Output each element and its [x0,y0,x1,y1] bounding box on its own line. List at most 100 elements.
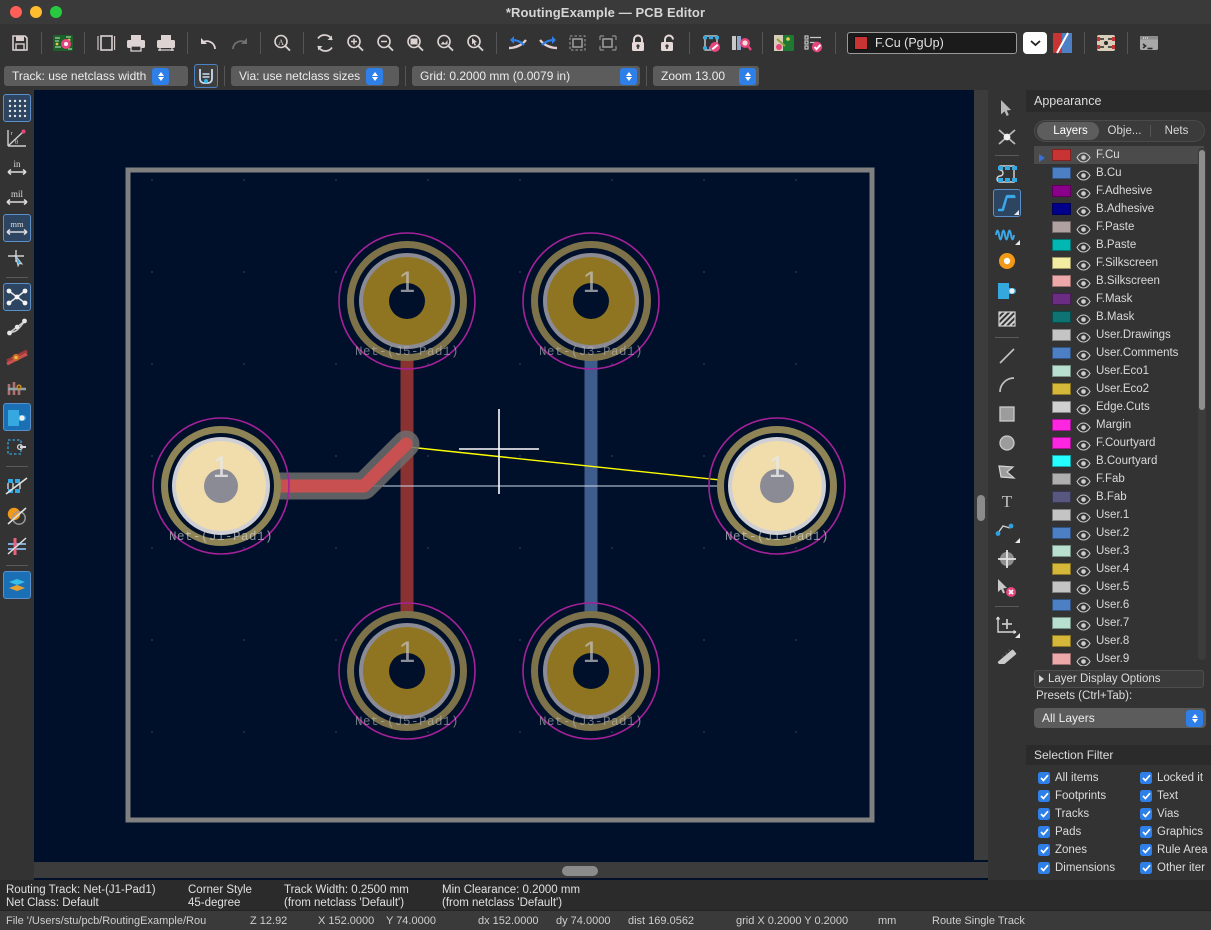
layer-row[interactable]: User.Drawings [1034,326,1204,344]
layer-color-swatch[interactable] [1052,545,1071,557]
checkbox-icon[interactable] [1038,844,1050,856]
checkbox-icon[interactable] [1140,790,1152,802]
eye-icon[interactable] [1076,204,1091,217]
layer-row[interactable]: F.Paste [1034,218,1204,236]
layer-color-swatch[interactable] [1052,347,1071,359]
arc-icon[interactable] [993,371,1021,399]
layer-row[interactable]: User.Eco2 [1034,380,1204,398]
layer-color-swatch[interactable] [1052,239,1071,251]
eye-icon[interactable] [1076,240,1091,253]
checkbox-icon[interactable] [1038,862,1050,874]
inches-icon[interactable]: in [3,154,31,182]
zoom-selector[interactable]: Zoom 13.00 [653,66,759,86]
save-icon[interactable] [6,29,34,57]
tracks-filled-icon[interactable] [3,343,31,371]
eye-icon[interactable] [1076,186,1091,199]
layer-row[interactable]: F.Silkscreen [1034,254,1204,272]
checkbox-icon[interactable] [1038,826,1050,838]
canvas-horizontal-scroll-thumb[interactable] [562,866,598,876]
layer-row[interactable]: B.Silkscreen [1034,272,1204,290]
rule-area-icon[interactable] [993,305,1021,333]
zoom-window-button[interactable] [50,6,62,18]
layer-color-swatch[interactable] [1052,419,1071,431]
graphics-outline-icon[interactable] [3,472,31,500]
eye-icon[interactable] [1076,546,1091,559]
eye-icon[interactable] [1076,582,1091,595]
route-track-icon[interactable] [993,189,1021,217]
selection-filter-item[interactable]: Dimensions [1038,859,1140,877]
pcb-canvas-svg[interactable]: 1 Net-(J5-Pad1) 1 Net-(J3-Pad1) 1 Net-(J… [34,90,988,880]
lock-icon[interactable] [624,29,652,57]
layer-color-swatch[interactable] [1052,617,1071,629]
set-origin-icon[interactable] [993,611,1021,639]
track-width-selector[interactable]: Track: use netclass width [4,66,188,86]
eye-icon[interactable] [1076,456,1091,469]
layer-row[interactable]: B.Mask [1034,308,1204,326]
layer-color-swatch[interactable] [1052,365,1071,377]
checkbox-icon[interactable] [1140,772,1152,784]
checkbox-icon[interactable] [1140,862,1152,874]
eye-icon[interactable] [1076,384,1091,397]
net-inspector-icon[interactable] [1092,29,1120,57]
layer-color-swatch[interactable] [1052,401,1071,413]
layer-color-swatch[interactable] [1052,473,1071,485]
layer-row[interactable]: User.9 [1034,650,1204,666]
layer-row[interactable]: User.Eco1 [1034,362,1204,380]
zoom-selection-icon[interactable] [461,29,489,57]
layer-color-swatch[interactable] [1052,257,1071,269]
selection-filter-item[interactable]: Tracks [1038,805,1140,823]
layers-list-scrollbar[interactable] [1198,148,1206,660]
eye-icon[interactable] [1076,438,1091,451]
page-settings-icon[interactable] [92,29,120,57]
canvas-vertical-scrollbar[interactable] [974,90,988,860]
layer-color-swatch[interactable] [1052,275,1071,287]
layer-color-swatch[interactable] [1052,527,1071,539]
ratsnest-icon[interactable] [3,283,31,311]
drc-icon[interactable] [800,29,828,57]
layer-row[interactable]: B.Fab [1034,488,1204,506]
layer-row[interactable]: B.Paste [1034,236,1204,254]
checkbox-icon[interactable] [1038,790,1050,802]
minimize-window-button[interactable] [30,6,42,18]
pads-filled-icon[interactable] [3,403,31,431]
via-size-selector[interactable]: Via: use netclass sizes [231,66,399,86]
rotate-ccw-icon[interactable] [504,29,532,57]
layer-row[interactable]: F.Adhesive [1034,182,1204,200]
delete-cursor-icon[interactable] [993,574,1021,602]
3d-viewer-icon[interactable] [770,29,798,57]
close-window-button[interactable] [10,6,22,18]
layers-list-scroll-thumb[interactable] [1199,150,1205,410]
eye-icon[interactable] [1076,366,1091,379]
layer-color-swatch[interactable] [1052,293,1071,305]
eye-icon[interactable] [1076,636,1091,649]
layer-color-swatch[interactable] [1052,581,1071,593]
via-icon[interactable] [993,247,1021,275]
ruler-icon[interactable] [993,640,1021,668]
layer-row[interactable]: F.Mask [1034,290,1204,308]
layer-color-swatch[interactable] [1052,311,1071,323]
layer-row[interactable]: User.4 [1034,560,1204,578]
eye-icon[interactable] [1076,222,1091,235]
print-icon[interactable] [122,29,150,57]
zoom-out-icon[interactable] [371,29,399,57]
millimeters-icon[interactable]: mm [3,214,31,242]
layer-row[interactable]: User.3 [1034,542,1204,560]
unlock-icon[interactable] [654,29,682,57]
selection-filter-item[interactable]: Pads [1038,823,1140,841]
tool-expand-corner[interactable] [1015,240,1020,245]
tool-expand-corner[interactable] [1014,210,1019,215]
plot-icon[interactable] [152,29,180,57]
layer-color-swatch[interactable] [1052,491,1071,503]
eye-icon[interactable] [1076,294,1091,307]
pcb-canvas[interactable]: 1 Net-(J5-Pad1) 1 Net-(J3-Pad1) 1 Net-(J… [34,90,988,880]
tab-layers[interactable]: Layers [1037,122,1099,140]
eye-icon[interactable] [1076,312,1091,325]
layer-row[interactable]: F.Courtyard [1034,434,1204,452]
zone-icon[interactable] [993,276,1021,304]
layer-row[interactable]: F.Cu [1034,146,1204,164]
layer-row[interactable]: User.Comments [1034,344,1204,362]
layer-color-swatch[interactable] [1052,509,1071,521]
layer-row[interactable]: User.6 [1034,596,1204,614]
track-width-stepper[interactable] [152,67,170,85]
footprint-editor-icon[interactable] [697,29,725,57]
